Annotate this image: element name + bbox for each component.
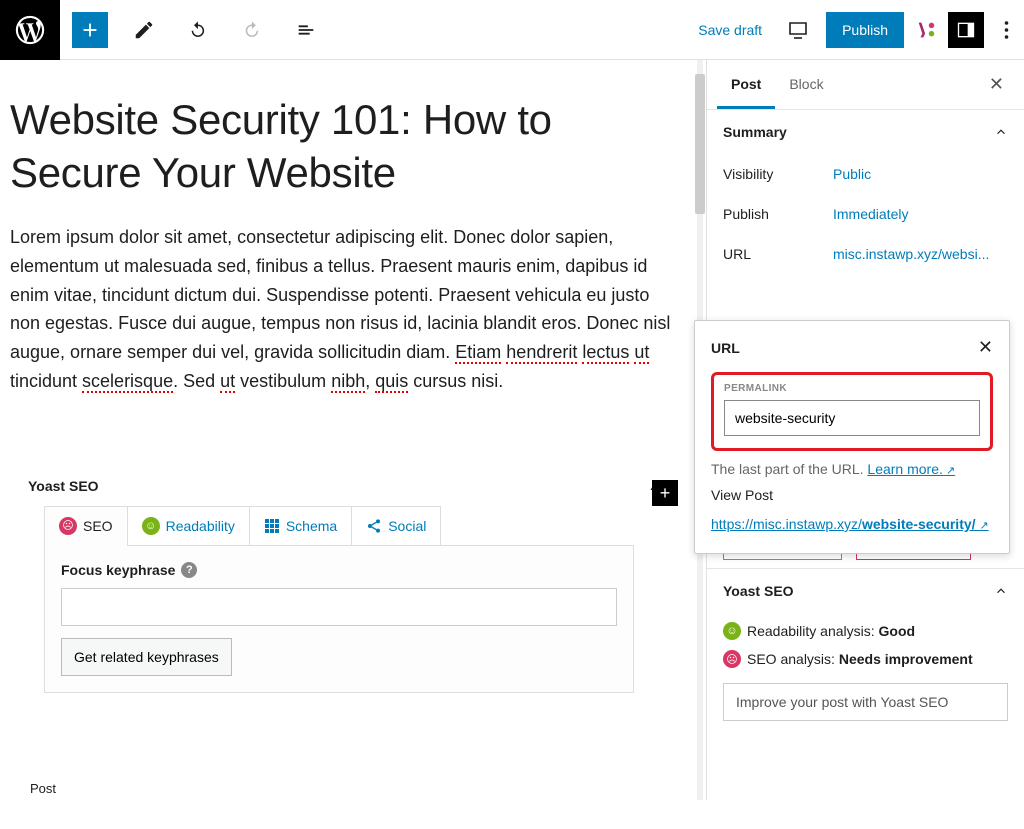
undo-button[interactable] [180, 12, 216, 48]
edit-tool-button[interactable] [126, 12, 162, 48]
focus-keyphrase-label: Focus keyphrase ? [61, 562, 617, 578]
redo-icon [241, 19, 263, 41]
yoast-tab-social[interactable]: Social [351, 506, 441, 546]
yoast-indicator[interactable] [914, 18, 938, 42]
view-post-label: View Post [711, 487, 993, 503]
outline-icon [295, 19, 317, 41]
improve-post-button[interactable]: Improve your post with Yoast SEO [723, 683, 1008, 721]
yoast-tab-seo[interactable]: ☹ SEO [44, 506, 128, 546]
learn-more-link[interactable]: Learn more. ↗ [867, 461, 955, 477]
spell-error: Etiam [455, 342, 501, 364]
schema-grid-icon [264, 518, 280, 534]
sidebar-tab-post[interactable]: Post [717, 60, 775, 109]
help-icon[interactable]: ? [181, 562, 197, 578]
yoast-tab-schema[interactable]: Schema [249, 506, 352, 546]
frown-icon: ☹ [723, 650, 741, 668]
frown-icon: ☹ [59, 517, 77, 535]
spell-error: quis [375, 371, 408, 393]
chevron-up-icon [994, 584, 1008, 598]
yoast-panel-header[interactable]: Yoast SEO ▲ [10, 466, 678, 506]
external-icon: ↗ [943, 465, 955, 477]
spell-error: lectus [582, 342, 629, 364]
publish-row: Publish Immediately [707, 194, 1024, 234]
pencil-icon [133, 19, 155, 41]
redo-button[interactable] [234, 12, 270, 48]
readability-row: ☺ Readability analysis: Good [723, 617, 1008, 645]
insert-block-button[interactable] [72, 12, 108, 48]
url-value[interactable]: misc.instawp.xyz/websi... [833, 246, 989, 262]
permalink-helper: The last part of the URL. Learn more. ↗ [711, 461, 993, 477]
permalink-input[interactable] [724, 400, 980, 436]
undo-icon [187, 19, 209, 41]
yoast-sidebar-header[interactable]: Yoast SEO [707, 568, 1024, 613]
external-icon: ↗ [979, 520, 988, 532]
yoast-tab-readability[interactable]: ☺ Readability [127, 506, 250, 546]
sidebar-icon [956, 20, 976, 40]
spell-error: hendrerit [506, 342, 577, 364]
options-menu-button[interactable] [994, 21, 1018, 39]
focus-keyphrase-input[interactable] [61, 588, 617, 626]
smile-icon: ☺ [142, 517, 160, 535]
spell-error: ut [220, 371, 235, 393]
url-row: URL misc.instawp.xyz/websi... [707, 234, 1024, 274]
spell-error: scelerisque [82, 371, 173, 393]
spell-error: ut [634, 342, 649, 364]
smile-icon: ☺ [723, 622, 741, 640]
url-popover: URL ✕ PERMALINK The last part of the URL… [694, 320, 1010, 554]
plus-icon [79, 19, 101, 41]
wordpress-icon [13, 13, 47, 47]
desktop-icon [786, 18, 810, 42]
close-popover-button[interactable]: ✕ [978, 337, 993, 358]
add-block-button[interactable]: + [652, 480, 678, 506]
publish-button[interactable]: Publish [826, 12, 904, 48]
dots-vertical-icon [1004, 21, 1009, 39]
related-keyphrases-button[interactable]: Get related keyphrases [61, 638, 232, 676]
seo-row: ☹ SEO analysis: Needs improvement [723, 645, 1008, 673]
permalink-field-highlight: PERMALINK [711, 372, 993, 451]
share-icon [366, 518, 382, 534]
sidebar-toggle-button[interactable] [948, 12, 984, 48]
visibility-row: Visibility Public [707, 154, 1024, 194]
permalink-label: PERMALINK [724, 383, 980, 394]
editor-canvas[interactable]: Website Security 101: How to Secure Your… [0, 60, 706, 800]
document-outline-button[interactable] [288, 12, 324, 48]
wordpress-logo[interactable] [0, 0, 60, 60]
sidebar-tab-block[interactable]: Block [775, 60, 837, 109]
yoast-icon [915, 19, 937, 41]
preview-button[interactable] [780, 12, 816, 48]
post-paragraph[interactable]: Lorem ipsum dolor sit amet, consectetur … [10, 223, 678, 396]
spell-error: nibh [331, 371, 365, 393]
summary-section-header[interactable]: Summary [707, 109, 1024, 154]
footer-post-label: Post [30, 781, 56, 796]
post-title[interactable]: Website Security 101: How to Secure Your… [10, 94, 678, 199]
chevron-up-icon [994, 125, 1008, 139]
popover-title: URL [711, 340, 740, 356]
save-draft-button[interactable]: Save draft [690, 16, 770, 44]
visibility-value[interactable]: Public [833, 166, 871, 182]
yoast-panel-title: Yoast SEO [28, 478, 99, 494]
top-toolbar: Save draft Publish [0, 0, 1024, 60]
publish-value[interactable]: Immediately [833, 206, 908, 222]
scrollbar-thumb[interactable] [695, 74, 705, 214]
close-sidebar-button[interactable]: ✕ [979, 68, 1014, 101]
permalink-url-link[interactable]: https://misc.instawp.xyz/website-securit… [711, 513, 993, 537]
